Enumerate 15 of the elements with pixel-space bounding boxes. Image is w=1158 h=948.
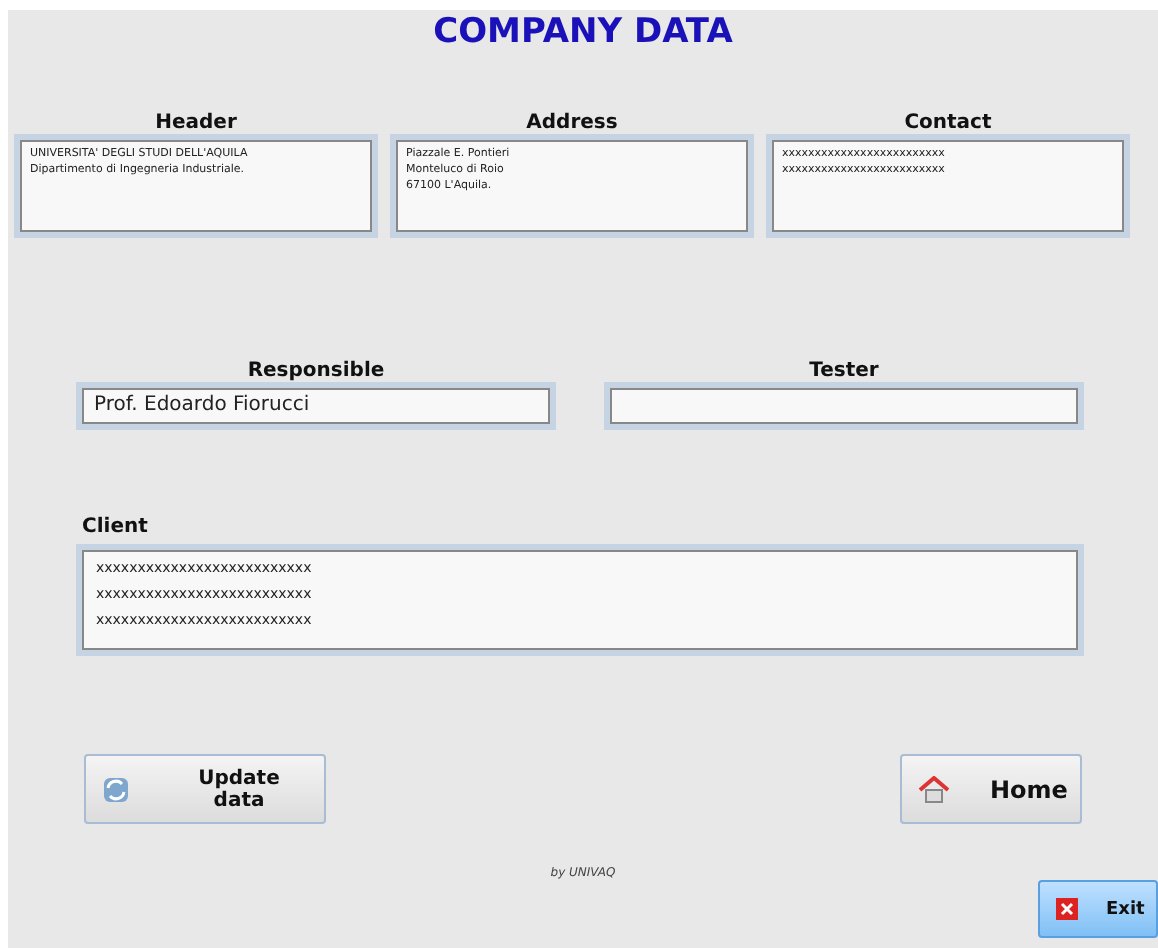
house-icon [918, 775, 950, 803]
field-label: Contact [902, 112, 994, 134]
update-button[interactable]: Update data [84, 754, 326, 824]
text-field[interactable]: Prof. Edoardo Fiorucci [82, 388, 550, 424]
field-label: Header [153, 112, 239, 134]
field-label: Address [524, 112, 620, 134]
field-label: Responsible [245, 360, 387, 382]
home-button[interactable]: Home [900, 754, 1082, 824]
field-label: Client [82, 516, 150, 538]
text-field[interactable] [610, 388, 1078, 424]
close-icon [1056, 898, 1078, 920]
field-label: Tester [807, 360, 881, 382]
page-title: COMPANY DATA [433, 12, 733, 52]
exit-button[interactable]: Exit [1038, 880, 1158, 938]
refresh-icon [102, 775, 130, 803]
